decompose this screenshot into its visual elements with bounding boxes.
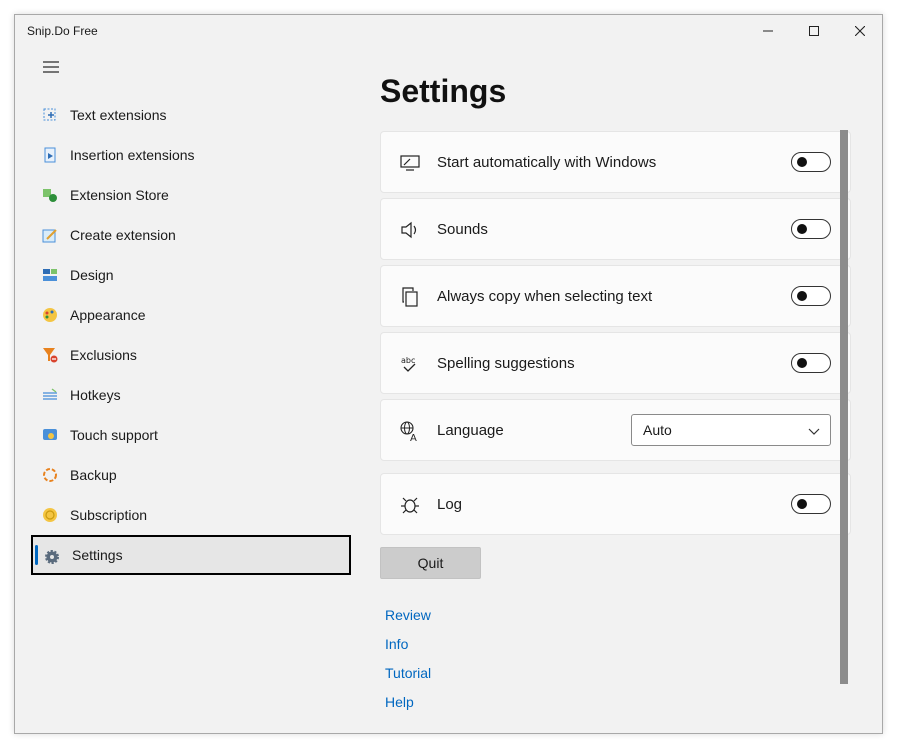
sidebar-item-label: Exclusions (70, 347, 137, 363)
monitor-icon (399, 152, 421, 174)
spelling-suggestions-toggle[interactable] (791, 353, 831, 373)
subscription-icon (42, 507, 58, 523)
tutorial-link[interactable]: Tutorial (385, 665, 431, 681)
sidebar-item-backup[interactable]: Backup (31, 455, 351, 495)
quit-button[interactable]: Quit (380, 547, 481, 579)
setting-sounds: Sounds (380, 198, 851, 260)
sidebar-nav: Text extensions Insertion extensions Ext… (31, 95, 351, 575)
minimize-icon (763, 30, 773, 32)
svg-text:A: A (410, 433, 417, 442)
info-link[interactable]: Info (385, 636, 408, 652)
sidebar-item-label: Backup (70, 467, 117, 483)
gear-icon (44, 549, 60, 565)
title-bar: Snip.Do Free (15, 15, 882, 47)
spell-check-icon: abc (399, 353, 421, 375)
bug-icon (399, 494, 421, 516)
close-icon (855, 26, 865, 36)
sidebar-item-create-extension[interactable]: Create extension (31, 215, 351, 255)
setting-label: Spelling suggestions (437, 354, 575, 372)
language-select-value: Auto (643, 422, 672, 438)
sidebar-item-label: Appearance (70, 307, 146, 323)
sidebar-item-label: Insertion extensions (70, 147, 195, 163)
window-title: Snip.Do Free (27, 24, 98, 38)
sidebar-item-label: Touch support (70, 427, 158, 443)
setting-label: Language (437, 421, 504, 439)
setting-language: A Language Auto (380, 399, 851, 461)
setting-label: Start automatically with Windows (437, 153, 657, 171)
sidebar-item-design[interactable]: Design (31, 255, 351, 295)
design-icon (42, 267, 58, 283)
sidebar-item-appearance[interactable]: Appearance (31, 295, 351, 335)
speaker-icon (399, 219, 421, 241)
sidebar-item-settings[interactable]: Settings (31, 535, 351, 575)
hamburger-icon (43, 61, 59, 73)
help-link[interactable]: Help (385, 694, 414, 710)
setting-start-automatically: Start automatically with Windows (380, 131, 851, 193)
maximize-icon (809, 26, 819, 36)
minimize-button[interactable] (745, 15, 791, 47)
setting-label: Always copy when selecting text (437, 287, 653, 305)
sidebar-item-label: Settings (72, 547, 123, 563)
sidebar-item-text-extensions[interactable]: Text extensions (31, 95, 351, 135)
svg-text:abc: abc (401, 356, 415, 365)
setting-always-copy: Always copy when selecting text (380, 265, 851, 327)
touch-support-icon (42, 427, 58, 443)
page-title: Settings (380, 73, 507, 109)
backup-icon (42, 467, 58, 483)
review-link[interactable]: Review (385, 607, 431, 623)
close-button[interactable] (837, 15, 883, 47)
extension-store-icon (42, 187, 58, 203)
sidebar-item-exclusions[interactable]: Exclusions (31, 335, 351, 375)
start-automatically-toggle[interactable] (791, 152, 831, 172)
sidebar-item-label: Design (70, 267, 114, 283)
sidebar-item-label: Text extensions (70, 107, 167, 123)
setting-label: Log (437, 495, 463, 513)
insertion-extensions-icon (42, 147, 58, 163)
hotkeys-icon (42, 387, 58, 403)
sidebar-item-extension-store[interactable]: Extension Store (31, 175, 351, 215)
create-extension-icon (42, 227, 58, 243)
setting-label: Sounds (437, 220, 488, 238)
text-extensions-icon (42, 107, 58, 123)
maximize-button[interactable] (791, 15, 837, 47)
sidebar-item-label: Extension Store (70, 187, 169, 203)
sidebar-item-label: Create extension (70, 227, 176, 243)
app-window: Snip.Do Free Text extensions Insertion e… (14, 14, 883, 734)
sidebar-item-label: Subscription (70, 507, 148, 523)
setting-spelling-suggestions: abc Spelling suggestions (380, 332, 851, 394)
exclusions-icon (42, 347, 58, 363)
sidebar-item-hotkeys[interactable]: Hotkeys (31, 375, 351, 415)
hamburger-menu-button[interactable] (41, 59, 61, 75)
sidebar-item-insertion-extensions[interactable]: Insertion extensions (31, 135, 351, 175)
language-select[interactable]: Auto (631, 414, 831, 446)
log-toggle[interactable] (791, 494, 831, 514)
chevron-down-icon (808, 428, 820, 435)
sounds-toggle[interactable] (791, 219, 831, 239)
sidebar-item-touch-support[interactable]: Touch support (31, 415, 351, 455)
sidebar-item-label: Hotkeys (70, 387, 121, 403)
always-copy-toggle[interactable] (791, 286, 831, 306)
setting-log: Log (380, 473, 851, 535)
scrollbar[interactable] (840, 130, 848, 684)
copy-icon (399, 286, 421, 308)
language-icon: A (399, 420, 421, 442)
sidebar-item-subscription[interactable]: Subscription (31, 495, 351, 535)
appearance-icon (42, 307, 58, 323)
